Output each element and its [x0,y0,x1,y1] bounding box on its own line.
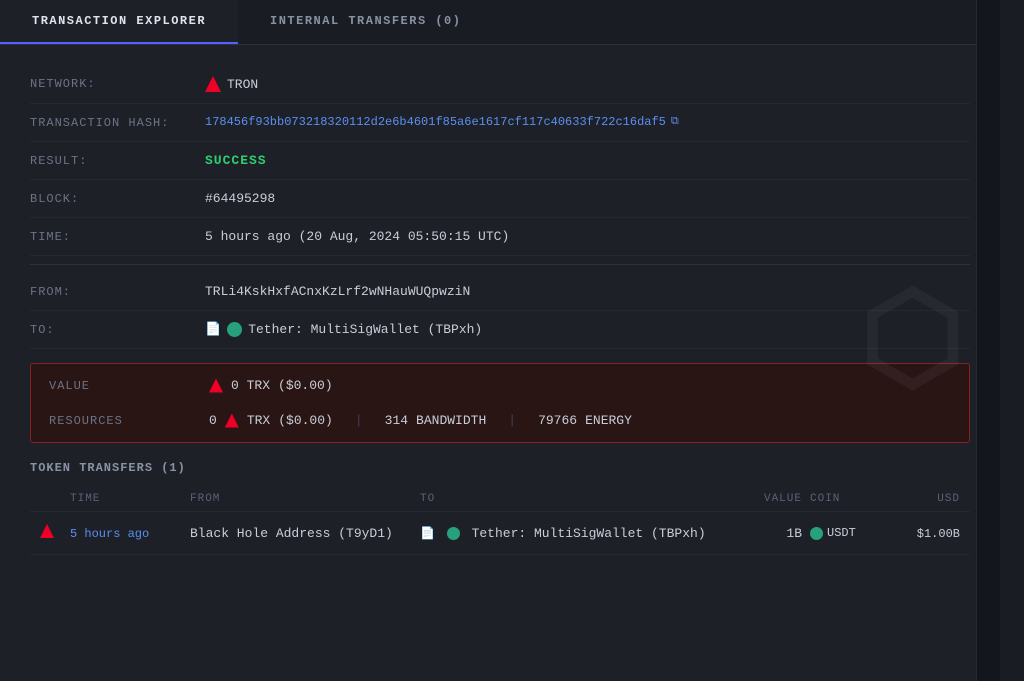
to-address: Tether: MultiSigWallet (TBPxh) [248,322,482,337]
resources-energy-amount: 79766 [538,413,577,428]
token-transfers-title: TOKEN TRANSFERS (1) [30,461,970,475]
block-label: BLOCK: [30,191,205,206]
hash-label: TRANSACTION HASH: [30,115,205,130]
row-usd: $1.00B [890,526,960,541]
time-link[interactable]: 5 hours ago [70,527,149,541]
block-value: #64495298 [205,191,275,206]
value-label: VALUE [49,379,209,393]
value-content: 0 TRX ($0.00) [209,378,333,393]
hash-link[interactable]: 178456f93bb073218320112d2e6b4601f85a6e16… [205,115,679,129]
content-area: NETWORK: TRON TRANSACTION HASH: 178456f9… [0,45,1000,681]
from-row: FROM: TRLi4KskHxfACnxKzLrf2wNHauWUQpwziN [30,273,970,311]
resources-bandwidth-amount: 314 [385,413,408,428]
result-label: RESULT: [30,153,205,168]
tron-icon [205,76,221,92]
hash-row: TRANSACTION HASH: 178456f93bb07321832011… [30,104,970,142]
hash-value: 178456f93bb073218320112d2e6b4601f85a6e16… [205,115,679,129]
col-header-time: TIME [70,493,190,505]
to-label: TO: [30,322,205,337]
token-table-header: TIME FROM TO VALUE COIN USD [30,487,970,512]
time-row: TIME: 5 hours ago (20 Aug, 2024 05:50:15… [30,218,970,256]
row-to: 📄 Tether: MultiSigWallet (TBPxh) [420,526,750,541]
time-value: 5 hours ago (20 Aug, 2024 05:50:15 UTC) [205,229,509,244]
coin-tether-icon [810,527,823,540]
result-status: SUCCESS [205,153,267,168]
row-doc-icon: 📄 [420,527,435,541]
to-value: 📄 Tether: MultiSigWallet (TBPxh) [205,322,482,337]
resources-label: RESOURCES [49,414,209,428]
resources-trx-amount: 0 [209,413,217,428]
section-divider [30,264,970,265]
col-header-value: VALUE [750,493,810,505]
tron-value-icon [209,379,223,393]
network-name: TRON [227,77,258,92]
tron-row-icon [40,524,54,538]
pipe-2: | [508,413,516,428]
from-value: TRLi4KskHxfACnxKzLrf2wNHauWUQpwziN [205,284,470,299]
row-value: 1B [750,526,810,541]
row-coin: USDT [810,526,890,540]
col-header-usd: USD [890,493,960,505]
row-tether-icon [447,527,460,540]
resources-trx-usd: ($0.00) [278,413,333,428]
tabs-bar: TRANSACTION EXPLORER INTERNAL TRANSFERS … [0,0,1000,45]
block-row: BLOCK: #64495298 [30,180,970,218]
hash-text: 178456f93bb073218320112d2e6b4601f85a6e16… [205,115,666,129]
row-link-icon [40,524,70,542]
tether-icon [227,322,242,337]
resources-trx-label: TRX [247,413,270,428]
col-header-from: FROM [190,493,420,505]
network-value: TRON [205,76,258,92]
tab-transaction-explorer[interactable]: TRANSACTION EXPLORER [0,0,238,44]
token-transfers-table: TIME FROM TO VALUE COIN USD 5 hours ago … [30,487,970,555]
usd-value: $1.00B [917,527,960,541]
pipe-1: | [355,413,363,428]
to-row: TO: 📄 Tether: MultiSigWallet (TBPxh) [30,311,970,349]
resources-bandwidth-label: BANDWIDTH [416,413,486,428]
col-header-coin: COIN [810,493,890,505]
doc-icon: 📄 [205,322,221,337]
external-link-icon: ⧉ [671,116,679,128]
result-value: SUCCESS [205,153,267,168]
result-row: RESULT: SUCCESS [30,142,970,180]
coin-label: USDT [827,526,856,540]
network-row: NETWORK: TRON [30,65,970,104]
row-from: Black Hole Address (T9yD1) [190,526,420,541]
tab-internal-transfers[interactable]: INTERNAL TRANSFERS (0) [238,0,493,44]
from-label: FROM: [30,284,205,299]
col-header-to: TO [420,493,750,505]
value-amount: 0 TRX [231,378,270,393]
tron-resources-icon [225,414,239,428]
row-time: 5 hours ago [70,526,190,541]
row-to-address: Tether: MultiSigWallet (TBPxh) [472,526,706,541]
resources-energy-label: ENERGY [585,413,632,428]
right-panel [976,0,1000,681]
value-resources-box: VALUE 0 TRX ($0.00) RESOURCES 0 TRX ($0.… [30,363,970,443]
resources-row: RESOURCES 0 TRX ($0.00) | 314 BANDWIDTH … [31,403,969,438]
value-usd: ($0.00) [278,378,333,393]
table-row: 5 hours ago Black Hole Address (T9yD1) 📄… [30,512,970,555]
time-label: TIME: [30,229,205,244]
resources-content: 0 TRX ($0.00) | 314 BANDWIDTH | 79766 EN… [209,413,632,428]
network-label: NETWORK: [30,76,205,91]
value-row: VALUE 0 TRX ($0.00) [31,368,969,403]
